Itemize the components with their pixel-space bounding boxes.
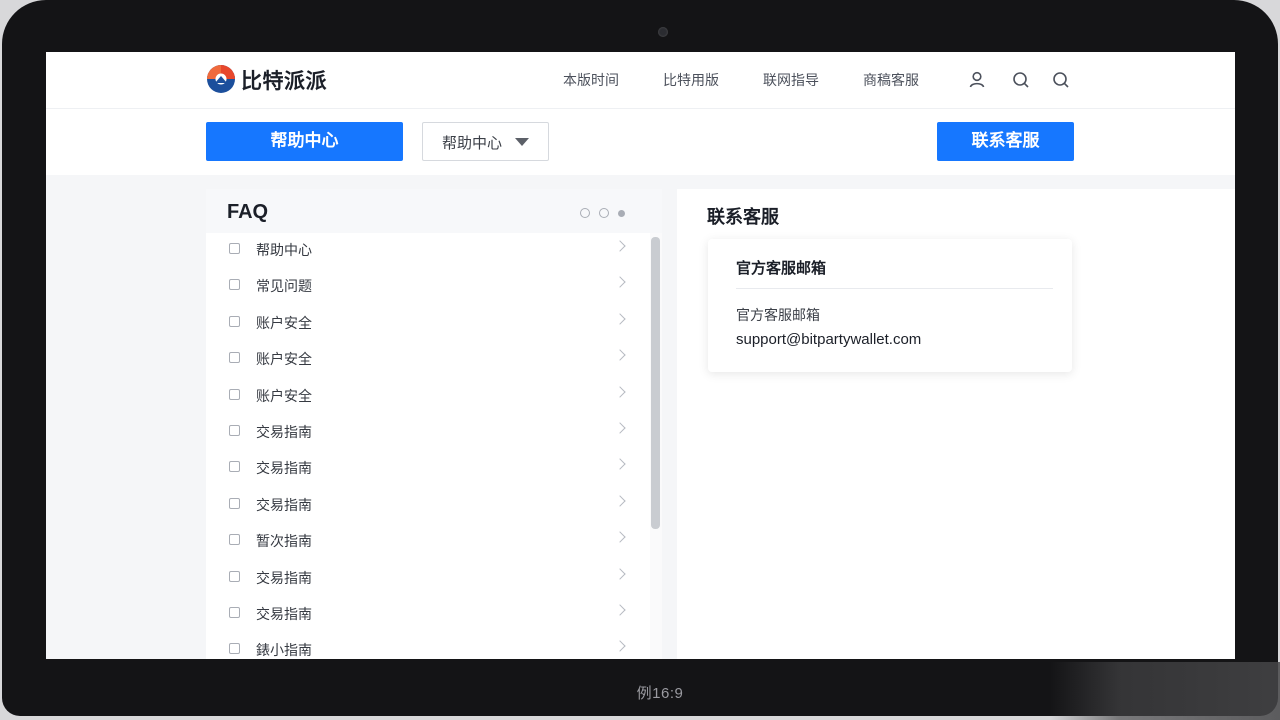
faq-panel: FAQ 帮助中心 常见问题 账户安全 账户安全 账户安全 交易指南 交易指南 交…	[206, 189, 662, 659]
list-item-label: 交易指南	[256, 497, 312, 514]
list-item-label: 常见问题	[256, 279, 312, 296]
list-item-label: 交易指南	[256, 570, 312, 587]
list-item[interactable]: 交易指南	[206, 488, 646, 524]
nav-item-3[interactable]: 联网指导	[763, 70, 819, 90]
faq-header: FAQ	[206, 189, 662, 233]
camera-icon	[658, 27, 668, 37]
chevron-right-icon	[614, 640, 626, 652]
list-item[interactable]: 錶小指南	[206, 633, 646, 659]
watermark	[1050, 662, 1280, 720]
checkbox[interactable]	[229, 497, 240, 509]
list-item[interactable]: 交易指南	[206, 415, 646, 451]
chevron-right-icon	[614, 531, 626, 543]
support-email-card: 官方客服邮箱 官方客服邮箱 support@bitpartywallet.com	[708, 239, 1072, 372]
page-dot-icon[interactable]	[580, 208, 590, 218]
chevron-right-icon	[614, 349, 626, 361]
chevron-right-icon	[614, 422, 626, 434]
category-select[interactable]: 帮助中心	[422, 122, 549, 161]
site-header: 比特派派 本版时间 比特用版 联网指导 商稿客服	[46, 52, 1235, 109]
checkbox[interactable]	[229, 315, 240, 327]
search-icon[interactable]	[1051, 70, 1071, 90]
checkbox[interactable]	[229, 606, 240, 618]
contact-title: 联系客服	[707, 207, 779, 228]
nav-item-2[interactable]: 比特用版	[663, 70, 719, 90]
list-item[interactable]: 账户安全	[206, 306, 646, 342]
chevron-right-icon	[614, 495, 626, 507]
search-icon[interactable]	[1011, 70, 1031, 90]
brand-name[interactable]: 比特派派	[241, 65, 327, 95]
checkbox[interactable]	[229, 643, 240, 655]
list-item-label: 账户安全	[256, 315, 312, 332]
card-title: 官方客服邮箱	[736, 259, 827, 277]
list-item-label: 交易指南	[256, 424, 312, 441]
contact-panel: 联系客服 官方客服邮箱 官方客服邮箱 support@bitpartywalle…	[677, 189, 1235, 659]
chevron-right-icon	[614, 313, 626, 325]
list-item-label: 交易指南	[256, 461, 312, 478]
list-item-label: 账户安全	[256, 352, 312, 369]
faq-list: 帮助中心 常见问题 账户安全 账户安全 账户安全 交易指南 交易指南 交易指南 …	[206, 233, 646, 659]
chevron-right-icon	[614, 458, 626, 471]
support-email-link[interactable]: support@bitpartywallet.com	[736, 331, 921, 348]
caret-down-icon	[515, 138, 529, 146]
list-item-label: 暂次指南	[256, 534, 312, 551]
list-item-label: 帮助中心	[256, 243, 312, 259]
checkbox[interactable]	[229, 534, 240, 546]
device-chin-label: 例16:9	[636, 685, 684, 702]
chevron-right-icon	[614, 385, 626, 398]
chevron-right-icon	[614, 604, 626, 616]
pagination-dots	[580, 208, 634, 218]
divider	[736, 288, 1053, 289]
scrollbar-thumb[interactable]	[651, 237, 660, 529]
top-nav: 本版时间 比特用版 联网指导 商稿客服	[563, 70, 963, 90]
chevron-right-icon	[614, 276, 626, 289]
list-item[interactable]: 交易指南	[206, 597, 646, 633]
nav-item-1[interactable]: 本版时间	[563, 70, 619, 90]
checkbox[interactable]	[229, 352, 240, 364]
nav-item-4[interactable]: 商稿客服	[863, 70, 919, 90]
list-item[interactable]: 暂次指南	[206, 524, 646, 560]
list-item[interactable]: 帮助中心	[206, 233, 646, 269]
category-select-value: 帮助中心	[442, 134, 503, 152]
list-item-label: 錶小指南	[256, 643, 312, 659]
list-item[interactable]: 账户安全	[206, 379, 646, 415]
user-icon[interactable]	[967, 70, 987, 90]
checkbox[interactable]	[229, 424, 240, 436]
chevron-right-icon	[614, 567, 626, 580]
page-dot-icon[interactable]	[599, 208, 609, 218]
list-item-label: 交易指南	[256, 606, 312, 623]
checkbox[interactable]	[229, 570, 240, 582]
list-item[interactable]: 常见问题	[206, 269, 646, 305]
checkbox[interactable]	[229, 243, 240, 254]
browser-screen: 比特派派 本版时间 比特用版 联网指导 商稿客服 帮助中心 帮助中心 联系客服 …	[46, 52, 1235, 659]
help-center-button[interactable]: 帮助中心	[206, 122, 403, 161]
page-dot-icon[interactable]	[618, 210, 625, 217]
list-item[interactable]: 账户安全	[206, 342, 646, 378]
list-item-label: 账户安全	[256, 388, 312, 405]
laptop-frame: 比特派派 本版时间 比特用版 联网指导 商稿客服 帮助中心 帮助中心 联系客服 …	[0, 0, 1280, 720]
page-toolbar: 帮助中心 帮助中心 联系客服	[46, 109, 1235, 175]
checkbox[interactable]	[229, 388, 240, 400]
brand-logo-icon[interactable]	[206, 64, 236, 94]
list-item[interactable]: 交易指南	[206, 561, 646, 597]
list-item[interactable]: 交易指南	[206, 451, 646, 487]
checkbox[interactable]	[229, 461, 240, 473]
checkbox[interactable]	[229, 279, 240, 291]
email-label: 官方客服邮箱	[736, 308, 820, 324]
faq-title: FAQ	[227, 201, 269, 223]
chevron-right-icon	[614, 240, 626, 252]
contact-support-button[interactable]: 联系客服	[937, 122, 1074, 161]
